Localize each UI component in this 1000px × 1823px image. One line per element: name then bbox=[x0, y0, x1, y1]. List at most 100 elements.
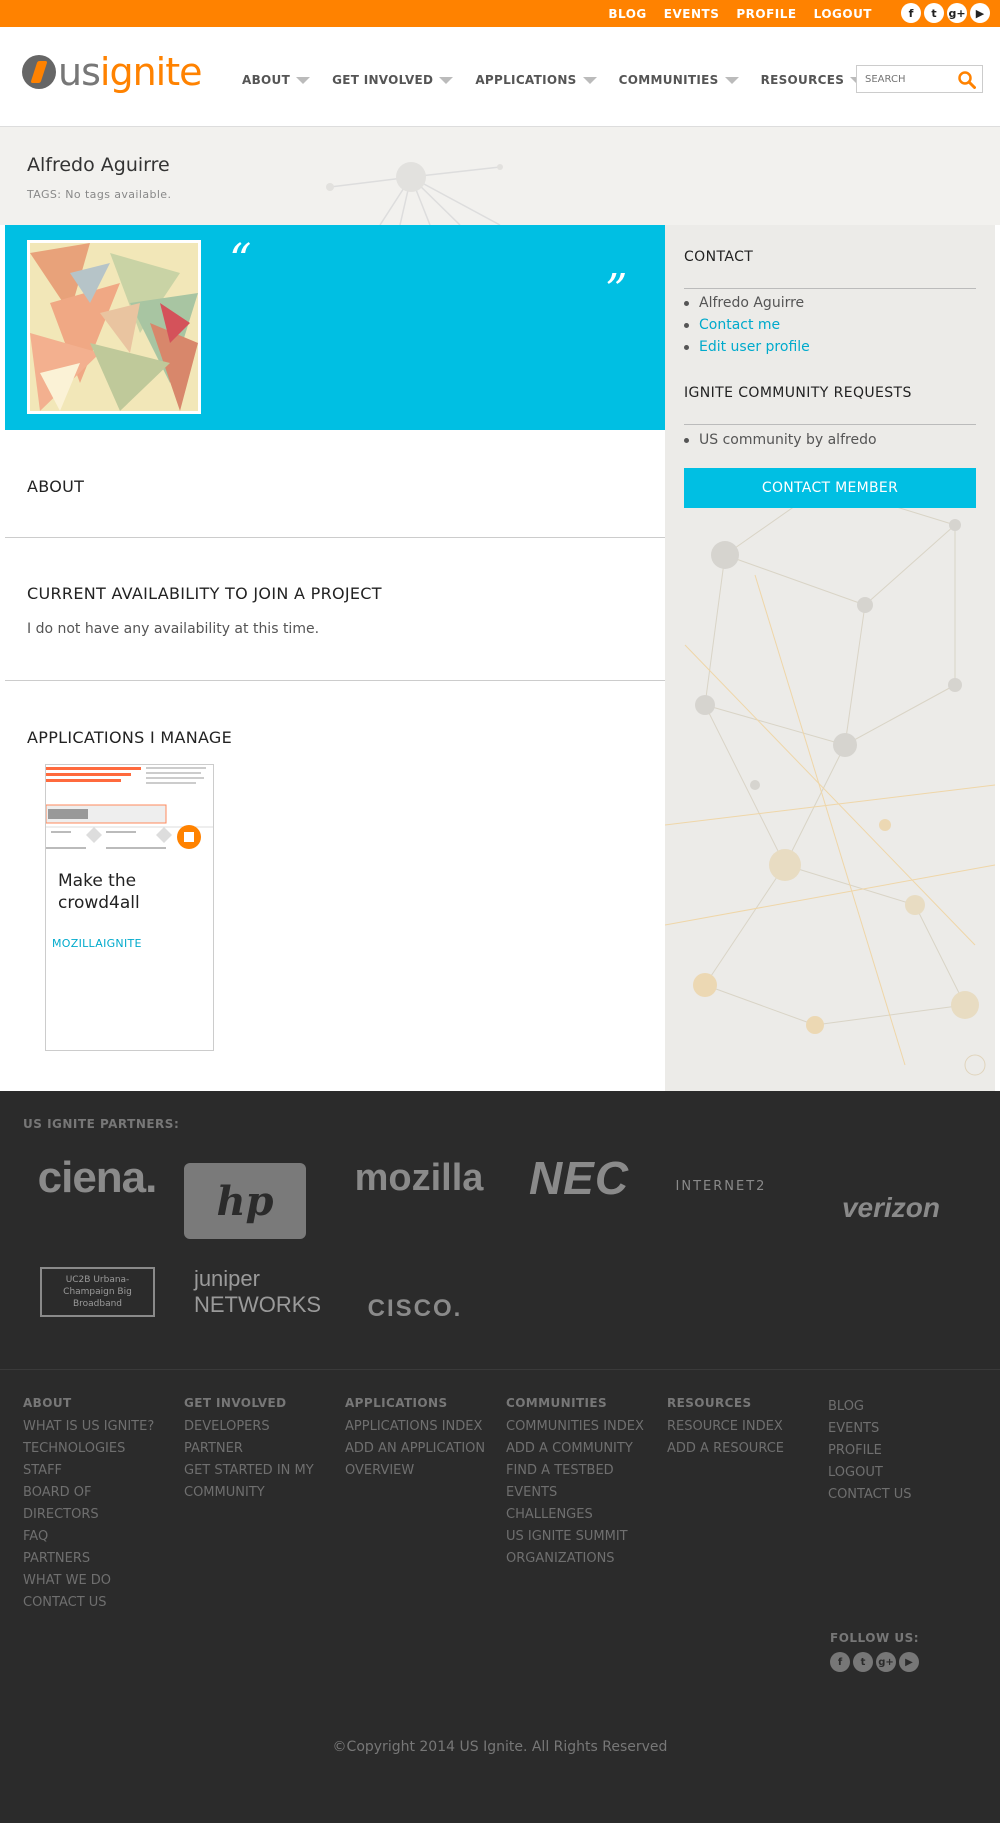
tags-line: TAGS: No tags available. bbox=[27, 188, 172, 201]
facebook-icon[interactable]: f bbox=[830, 1652, 850, 1672]
footer-col-get-involved: GET INVOLVED DEVELOPERS PARTNER GET STAR… bbox=[184, 1396, 344, 1504]
footer-link[interactable]: BLOG bbox=[828, 1396, 988, 1418]
footer-heading-communities[interactable]: COMMUNITIES bbox=[506, 1396, 666, 1410]
twitter-icon[interactable]: t bbox=[853, 1652, 873, 1672]
footer-link[interactable]: RESOURCE INDEX bbox=[667, 1416, 827, 1438]
profile-title-bar: Alfredo Aguirre TAGS: No tags available. bbox=[0, 127, 1000, 225]
partner-logo-juniper[interactable]: juniper NETWORKS bbox=[194, 1266, 321, 1317]
top-link-profile[interactable]: PROFILE bbox=[736, 7, 796, 21]
social-links: f t g+ ▶ bbox=[901, 3, 990, 23]
partner-logo-internet2[interactable]: INTERNET2 bbox=[666, 1161, 776, 1211]
footer-link[interactable]: EVENTS bbox=[506, 1482, 666, 1504]
footer-link[interactable]: EVENTS bbox=[828, 1418, 988, 1440]
footer-link[interactable]: WHAT IS US IGNITE? bbox=[23, 1416, 183, 1438]
nav-communities[interactable]: COMMUNITIES bbox=[619, 73, 739, 87]
contact-list: Alfredo Aguirre Contact me Edit user pro… bbox=[684, 292, 810, 358]
footer-link[interactable]: ADD A RESOURCE bbox=[667, 1438, 827, 1460]
footer-link[interactable]: DEVELOPERS bbox=[184, 1416, 344, 1438]
partner-logo-verizon[interactable]: verizon bbox=[826, 1183, 956, 1233]
partner-logo-nec[interactable]: NEC bbox=[505, 1152, 653, 1204]
top-nav: BLOG EVENTS PROFILE LOGOUT bbox=[608, 7, 872, 21]
partner-logo-uc2b[interactable]: UC2B Urbana-Champaign Big Broadband bbox=[40, 1267, 155, 1317]
footer-link[interactable]: PARTNER bbox=[184, 1438, 344, 1460]
partners-heading: US IGNITE PARTNERS: bbox=[23, 1117, 180, 1131]
nav-resources[interactable]: RESOURCES bbox=[761, 73, 865, 87]
quote-close: ” bbox=[605, 265, 628, 316]
section-divider bbox=[684, 424, 976, 425]
footer-link[interactable]: FIND A TESTBED bbox=[506, 1460, 666, 1482]
partner-logo-mozilla[interactable]: mozilla bbox=[345, 1153, 493, 1203]
footer-col-utility: BLOG EVENTS PROFILE LOGOUT CONTACT US bbox=[828, 1396, 988, 1506]
chevron-down-icon bbox=[439, 76, 454, 84]
youtube-icon[interactable]: ▶ bbox=[899, 1652, 919, 1672]
footer-link[interactable]: CHALLENGES bbox=[506, 1504, 666, 1526]
profile-sidebar: CONTACT Alfredo Aguirre Contact me Edit … bbox=[665, 225, 995, 1091]
avatar-image bbox=[30, 243, 198, 411]
footer-link[interactable]: TECHNOLOGIES bbox=[23, 1438, 183, 1460]
contact-me-link[interactable]: Contact me bbox=[684, 314, 810, 336]
top-link-blog[interactable]: BLOG bbox=[608, 7, 646, 21]
contact-heading: CONTACT bbox=[684, 249, 754, 265]
top-link-events[interactable]: EVENTS bbox=[664, 7, 720, 21]
search-input[interactable] bbox=[865, 66, 955, 92]
application-tag[interactable]: MOZILLAIGNITE bbox=[52, 937, 142, 950]
footer-link[interactable]: LOGOUT bbox=[828, 1462, 988, 1484]
chevron-down-icon bbox=[582, 76, 597, 84]
logo-flame-icon bbox=[22, 55, 56, 89]
footer-link[interactable]: BOARD OF DIRECTORS bbox=[23, 1482, 138, 1526]
page-title: Alfredo Aguirre bbox=[27, 154, 170, 176]
search-icon[interactable] bbox=[958, 71, 976, 89]
twitter-icon[interactable]: t bbox=[924, 3, 944, 23]
copyright: ©Copyright 2014 US Ignite. All Rights Re… bbox=[332, 1739, 668, 1755]
facebook-icon[interactable]: f bbox=[901, 3, 921, 23]
footer-link[interactable]: ORGANIZATIONS bbox=[506, 1548, 666, 1570]
footer-link[interactable]: FAQ bbox=[23, 1526, 183, 1548]
community-requests-list: US community by alfredo bbox=[684, 429, 877, 451]
footer-heading-about[interactable]: ABOUT bbox=[23, 1396, 183, 1410]
footer-link[interactable]: STAFF bbox=[23, 1460, 183, 1482]
contact-member-button[interactable]: CONTACT MEMBER bbox=[684, 468, 976, 508]
google-plus-icon[interactable]: g+ bbox=[947, 3, 967, 23]
footer-link[interactable]: CONTACT US bbox=[23, 1592, 183, 1614]
footer-link[interactable]: ADD AN APPLICATION bbox=[345, 1438, 505, 1460]
footer-link[interactable]: GET STARTED IN MY COMMUNITY bbox=[184, 1460, 334, 1504]
application-title[interactable]: Make the crowd4all bbox=[58, 870, 198, 914]
footer-col-communities: COMMUNITIES COMMUNITIES INDEX ADD A COMM… bbox=[506, 1396, 666, 1570]
section-divider bbox=[5, 537, 665, 538]
network-background bbox=[326, 162, 503, 225]
profile-main: “ ” ABOUT CURRENT AVAILABILITY TO JOIN A… bbox=[5, 225, 665, 1091]
top-bar: BLOG EVENTS PROFILE LOGOUT f t g+ ▶ bbox=[0, 0, 1000, 27]
partner-logo-hp[interactable]: hp bbox=[184, 1163, 306, 1239]
footer-link[interactable]: PARTNERS bbox=[23, 1548, 183, 1570]
google-plus-icon[interactable]: g+ bbox=[876, 1652, 896, 1672]
footer-link[interactable]: OVERVIEW bbox=[345, 1460, 505, 1482]
footer-link[interactable]: US IGNITE SUMMIT bbox=[506, 1526, 666, 1548]
contact-name: Alfredo Aguirre bbox=[684, 292, 810, 314]
nav-applications[interactable]: APPLICATIONS bbox=[475, 73, 597, 87]
community-requests-heading: IGNITE COMMUNITY REQUESTS bbox=[684, 385, 912, 401]
about-heading: ABOUT bbox=[27, 477, 85, 496]
footer-link[interactable]: ADD A COMMUNITY bbox=[506, 1438, 666, 1460]
profile-hero: “ ” bbox=[5, 225, 665, 430]
community-request-item: US community by alfredo bbox=[684, 429, 877, 451]
footer-link[interactable]: PROFILE bbox=[828, 1440, 988, 1462]
nav-about[interactable]: ABOUT bbox=[242, 73, 311, 87]
footer-link[interactable]: APPLICATIONS INDEX bbox=[345, 1416, 505, 1438]
footer-heading-resources[interactable]: RESOURCES bbox=[667, 1396, 827, 1410]
application-card[interactable]: Make the crowd4all MOZILLAIGNITE bbox=[45, 764, 214, 1051]
top-link-logout[interactable]: LOGOUT bbox=[814, 7, 872, 21]
nav-get-involved[interactable]: GET INVOLVED bbox=[332, 73, 454, 87]
footer-heading-applications[interactable]: APPLICATIONS bbox=[345, 1396, 505, 1410]
footer-col-applications: APPLICATIONS APPLICATIONS INDEX ADD AN A… bbox=[345, 1396, 505, 1482]
partner-logo-cisco[interactable]: CISCO. bbox=[360, 1267, 470, 1323]
footer-heading-get-involved[interactable]: GET INVOLVED bbox=[184, 1396, 344, 1410]
footer-link[interactable]: COMMUNITIES INDEX bbox=[506, 1416, 666, 1438]
footer-link[interactable]: CONTACT US bbox=[828, 1484, 988, 1506]
partner-logo-ciena[interactable]: ciena. bbox=[23, 1153, 171, 1203]
edit-profile-link[interactable]: Edit user profile bbox=[684, 336, 810, 358]
footer-col-resources: RESOURCES RESOURCE INDEX ADD A RESOURCE bbox=[667, 1396, 827, 1460]
applications-heading: APPLICATIONS I MANAGE bbox=[27, 728, 233, 747]
us-ignite-logo[interactable]: usignite bbox=[22, 53, 202, 91]
youtube-icon[interactable]: ▶ bbox=[970, 3, 990, 23]
footer-link[interactable]: WHAT WE DO bbox=[23, 1570, 183, 1592]
